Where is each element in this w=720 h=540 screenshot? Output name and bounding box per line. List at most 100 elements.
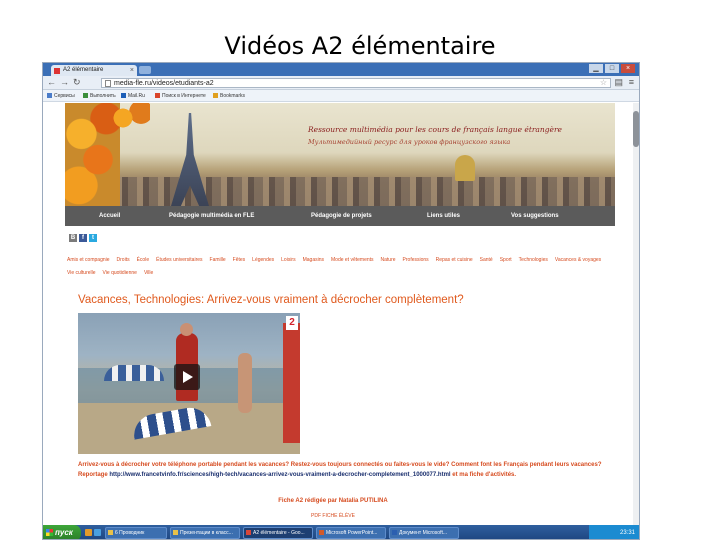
category-link[interactable]: Vacances & voyages	[555, 254, 601, 267]
clock: 23:31	[619, 530, 635, 536]
bookmark-icon	[121, 93, 126, 99]
reload-icon[interactable]: ↻	[73, 77, 81, 88]
settings-wrench-icon[interactable]: ≡	[629, 77, 634, 87]
nav-item-pedagogie-projets[interactable]: Pédagogie de projets	[311, 206, 372, 226]
site-tagline-fr: Ressource multimédia pour les cours de f…	[308, 125, 562, 134]
category-link[interactable]: Sport	[500, 254, 512, 267]
address-bar[interactable]: media-fle.ru/videos/etudiants-a2 ☆	[101, 78, 611, 88]
site-tagline-ru: Мультимедийный ресурс для уроков француз…	[308, 138, 511, 146]
taskbar-item-label: Документ Microsoft...	[399, 530, 448, 536]
tab-favicon-icon	[54, 68, 60, 74]
twitter-icon[interactable]: t	[89, 234, 97, 242]
bookmark-icon	[155, 93, 160, 99]
category-link[interactable]: Magasins	[303, 254, 324, 267]
system-tray: 23:31	[589, 525, 639, 539]
autumn-leaves-image	[105, 103, 150, 133]
fiche-pdf-link[interactable]: PDF FICHE ÉLÈVE	[43, 513, 623, 519]
taskbar-item[interactable]: Microsoft PowerPoint...	[316, 527, 386, 539]
category-link[interactable]: Professions	[403, 254, 429, 267]
category-link[interactable]: Famille	[210, 254, 226, 267]
bookmark-icon	[213, 93, 218, 99]
category-link[interactable]: Repas et cuisine	[436, 254, 473, 267]
beach-person-image	[238, 353, 252, 413]
article-link[interactable]: http://www.francetvinfo.fr/sciences/high…	[109, 472, 450, 478]
taskbar-item[interactable]: A2 élémentaire - Goo...	[243, 527, 313, 539]
category-link[interactable]: Technologies	[519, 254, 548, 267]
bookmark-item[interactable]: Сервисы	[47, 90, 75, 102]
nav-item-pedagogie-multimedia[interactable]: Pédagogie multimédia en FLE	[169, 206, 254, 226]
quick-launch-icon[interactable]	[94, 529, 101, 536]
word-icon	[392, 530, 397, 535]
category-link[interactable]: Loisirs	[281, 254, 295, 267]
category-link[interactable]: Nature	[381, 254, 396, 267]
maximize-button[interactable]: □	[605, 64, 619, 73]
category-link[interactable]: Mode et vêtements	[331, 254, 374, 267]
article-description: Arrivez-vous à décrocher votre téléphone…	[78, 460, 618, 480]
bookmark-star-icon[interactable]: ☆	[600, 78, 607, 87]
minimize-button[interactable]: ▁	[589, 64, 603, 73]
category-link[interactable]: Fêtes	[233, 254, 246, 267]
bookmark-label: Bookmarks	[220, 93, 246, 99]
category-links: Amis et compagnie Droits École Études unive…	[67, 254, 612, 280]
nav-item-vos-suggestions[interactable]: Vos suggestions	[511, 206, 559, 226]
category-link[interactable]: Santé	[480, 254, 493, 267]
category-link[interactable]: Légendes	[252, 254, 274, 267]
play-icon	[183, 371, 193, 383]
nav-item-liens-utiles[interactable]: Liens utiles	[427, 206, 460, 226]
play-button[interactable]	[174, 364, 200, 390]
page-viewport: Ressource multimédia pour les cours de f…	[43, 103, 635, 525]
taskbar-item[interactable]: Презентации в класс...	[170, 527, 240, 539]
bookmark-label: Сервисы	[54, 93, 75, 99]
bookmark-label: Поиск в Интернете	[162, 93, 206, 99]
category-link[interactable]: Vie culturelle	[67, 267, 96, 280]
start-button[interactable]: пуск	[43, 525, 81, 539]
description-suffix: et ma fiche d'activités.	[452, 472, 517, 478]
taskbar-item-label: A2 élémentaire - Goo...	[253, 530, 305, 536]
category-link[interactable]: Vie quotidienne	[103, 267, 137, 280]
fiche-credit[interactable]: Fiche A2 rédigée par Natalia PUTILINA	[43, 498, 623, 504]
beach-person-head	[180, 323, 193, 336]
tab-close-icon[interactable]: ×	[130, 65, 134, 76]
browser-screenshot: A2 élémentaire × ▁ □ × ← → ↻ media-fle.r…	[42, 62, 640, 540]
nav-item-accueil[interactable]: Accueil	[99, 206, 120, 226]
beach-umbrella-image	[104, 365, 164, 381]
scroll-thumb[interactable]	[633, 111, 639, 147]
category-link[interactable]: Études universitaires	[156, 254, 202, 267]
bookmark-item[interactable]: Mail.Ru	[121, 90, 145, 102]
article-title: Vacances, Technologies: Arrivez-vous vra…	[78, 294, 464, 306]
category-link[interactable]: Droits	[117, 254, 130, 267]
close-window-button[interactable]: ×	[621, 64, 635, 73]
tab-title: A2 élémentaire	[63, 67, 104, 73]
powerpoint-icon	[319, 530, 324, 535]
category-link[interactable]: École	[137, 254, 150, 267]
windows-logo-icon	[46, 529, 53, 536]
vertical-scrollbar[interactable]	[633, 103, 639, 525]
facebook-icon[interactable]: f	[79, 234, 87, 242]
bookmark-item[interactable]: Bookmarks	[213, 90, 245, 102]
category-link[interactable]: Ville	[144, 267, 153, 280]
taskbar-item[interactable]: 6 Проводник	[105, 527, 167, 539]
folder-icon	[108, 530, 113, 535]
channel-logo: 2	[286, 316, 298, 330]
browser-tab[interactable]: A2 élémentaire ×	[51, 65, 137, 76]
invalides-dome-image	[455, 155, 475, 181]
address-text: media-fle.ru/videos/etudiants-a2	[114, 80, 214, 87]
page-menu-icon[interactable]: ▤	[614, 77, 623, 88]
city-rooftops	[65, 177, 615, 206]
bookmark-icon	[83, 93, 88, 99]
bookmark-label: Выполнить	[90, 93, 116, 99]
video-player[interactable]: 2	[78, 313, 300, 454]
site-banner: Ressource multimédia pour les cours de f…	[65, 103, 615, 206]
tab-strip: A2 élémentaire × ▁ □ ×	[43, 63, 639, 76]
blog-icon[interactable]: B	[69, 234, 77, 242]
bookmark-item[interactable]: Выполнить	[83, 90, 116, 102]
taskbar-item[interactable]: Документ Microsoft...	[389, 527, 459, 539]
bookmark-item[interactable]: Поиск в Интернете	[155, 90, 206, 102]
back-arrow-icon[interactable]: ←	[47, 77, 56, 87]
quick-launch-icon[interactable]	[85, 529, 92, 536]
category-link[interactable]: Amis et compagnie	[67, 254, 110, 267]
forward-arrow-icon[interactable]: →	[60, 77, 69, 87]
social-icons: B f t	[69, 234, 97, 242]
bookmark-label: Mail.Ru	[128, 93, 145, 99]
new-tab-button[interactable]	[139, 66, 151, 74]
